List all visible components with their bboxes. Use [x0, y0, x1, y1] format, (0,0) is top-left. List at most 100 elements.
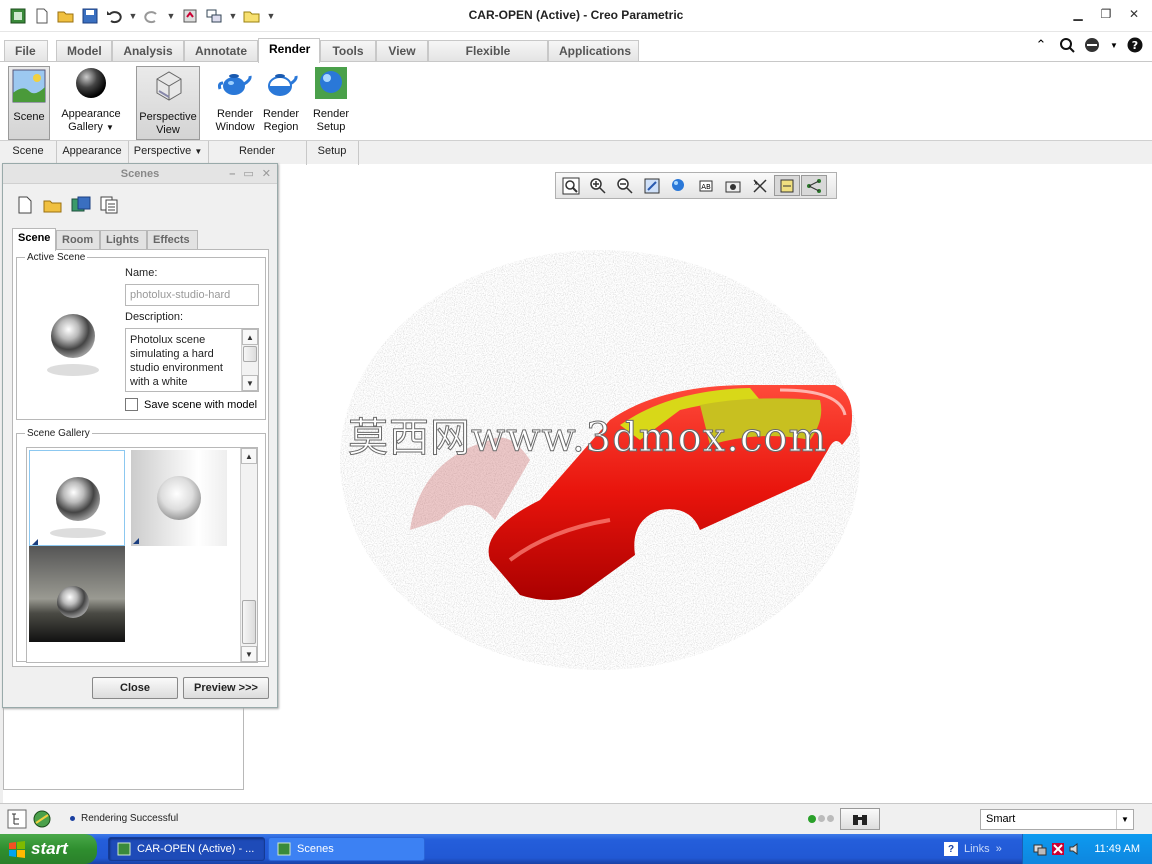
copy-scene-icon[interactable]	[99, 195, 119, 215]
scene-gallery-group: Scene Gallery ▲ ▼	[16, 428, 266, 663]
dialog-toolbar	[15, 195, 119, 215]
new-scene-icon[interactable]	[15, 195, 35, 215]
find-binoculars-icon[interactable]	[840, 808, 880, 830]
save-scene-icon[interactable]	[71, 195, 91, 215]
render-setup-button[interactable]: Render Setup	[308, 66, 354, 134]
help-icon[interactable]: ?	[1126, 36, 1144, 54]
group-scene[interactable]: Scene	[0, 145, 56, 157]
gallery-thumb-studio-hard[interactable]	[29, 450, 125, 546]
annotation-display-icon[interactable]	[801, 175, 827, 196]
gallery-scroll-down-icon[interactable]: ▼	[241, 646, 257, 662]
learning-dropdown-icon[interactable]: ▼	[1110, 36, 1118, 54]
tab-applications[interactable]: Applications	[548, 40, 639, 62]
tab-lights[interactable]: Lights	[100, 230, 147, 250]
group-render[interactable]: Render	[208, 145, 306, 157]
teapot-region-icon	[268, 74, 298, 96]
minimize-ribbon-icon[interactable]: ⌃	[1032, 36, 1050, 54]
description-textarea[interactable]: Photolux scene simulating a hard studio …	[125, 328, 259, 392]
render-window-button[interactable]: Render Window	[212, 66, 258, 134]
network-icon[interactable]	[1033, 842, 1047, 856]
group-appearance[interactable]: Appearance	[56, 145, 128, 157]
description-scrollbar[interactable]: ▲ ▼	[241, 329, 258, 391]
scene-button[interactable]: Scene	[8, 66, 50, 140]
display-style-icon[interactable]	[666, 175, 692, 196]
spin-center-icon[interactable]	[774, 175, 800, 196]
perspective-view-button[interactable]: Perspective View	[136, 66, 200, 140]
save-with-model-checkbox[interactable]: Save scene with model	[125, 398, 257, 411]
preview-button[interactable]: Preview >>>	[183, 677, 269, 699]
model-tree-toggle-icon[interactable]	[7, 809, 27, 832]
dialog-maximize-icon[interactable]: ▭	[243, 164, 253, 184]
dialog-minimize-icon[interactable]: –	[229, 164, 235, 184]
taskbar-item-creo[interactable]: CAR-OPEN (Active) - ...	[108, 837, 265, 861]
tab-scene[interactable]: Scene	[12, 228, 56, 251]
zoom-in-icon[interactable]	[585, 175, 611, 196]
repaint-icon[interactable]	[639, 175, 665, 196]
scene-gallery-list[interactable]: ▲ ▼	[26, 447, 258, 663]
security-alert-icon[interactable]	[1051, 842, 1065, 856]
gallery-thumb-studio-soft[interactable]	[131, 450, 227, 546]
creo-app-icon	[277, 842, 291, 856]
scroll-up-icon[interactable]: ▲	[242, 329, 258, 345]
open-scene-icon[interactable]	[43, 195, 63, 215]
gallery-scroll-thumb[interactable]	[242, 600, 256, 644]
tab-effects[interactable]: Effects	[147, 230, 198, 250]
browser-toggle-icon[interactable]	[32, 809, 52, 832]
search-icon[interactable]	[1058, 36, 1076, 54]
tab-file[interactable]: File ▾	[4, 40, 48, 78]
minimize-icon[interactable]: ▁	[1070, 6, 1086, 22]
status-bar: Rendering Successful Smart ▼	[0, 803, 1152, 834]
dialog-close-icon[interactable]: ✕	[262, 164, 271, 184]
chevron-down-icon[interactable]: ▼	[1116, 810, 1133, 829]
model-tree-panel[interactable]	[3, 700, 244, 790]
taskbar-item-scenes[interactable]: Scenes	[268, 837, 425, 861]
gallery-scrollbar[interactable]: ▲ ▼	[240, 448, 257, 662]
clock[interactable]: 11:49 AM	[1094, 843, 1140, 855]
scene-icon	[12, 69, 46, 103]
regen-status-icon	[808, 815, 834, 823]
help-icon[interactable]: ?	[944, 842, 958, 856]
refit-icon[interactable]	[558, 175, 584, 196]
tab-render[interactable]: Render	[258, 38, 320, 63]
perspective-cube-icon	[156, 71, 182, 101]
close-button[interactable]: Close	[92, 677, 178, 699]
links-toolbar[interactable]: ? Links »	[944, 842, 1002, 856]
restore-icon[interactable]: ❐	[1098, 6, 1114, 22]
scroll-thumb[interactable]	[243, 346, 257, 362]
system-tray: 11:49 AM	[1022, 834, 1152, 864]
window-controls: ▁ ❐ ✕	[1070, 6, 1142, 22]
zoom-out-icon[interactable]	[612, 175, 638, 196]
tab-tools[interactable]: Tools	[320, 40, 376, 62]
gallery-scroll-up-icon[interactable]: ▲	[241, 448, 257, 464]
tab-annotate[interactable]: Annotate	[184, 40, 258, 62]
tab-room[interactable]: Room	[56, 230, 100, 250]
scene-name-input[interactable]	[125, 284, 259, 306]
tab-model[interactable]: Model	[56, 40, 112, 62]
selection-filter-select[interactable]: Smart ▼	[980, 809, 1134, 830]
active-scene-thumbnail	[25, 290, 121, 386]
group-perspective[interactable]: Perspective ▼	[128, 145, 208, 157]
close-icon[interactable]: ✕	[1126, 6, 1142, 22]
tab-view[interactable]: View	[376, 40, 428, 62]
saved-views-icon[interactable]: AB	[693, 175, 719, 196]
group-setup[interactable]: Setup	[306, 145, 358, 157]
dialog-title-bar[interactable]: Scenes – ▭ ✕	[3, 164, 277, 184]
gallery-thumb-outdoor[interactable]	[29, 546, 125, 642]
tab-flexible-modeling[interactable]: Flexible Modeling	[428, 40, 548, 78]
render-region-button[interactable]: Render Region	[258, 66, 304, 134]
datum-display-icon[interactable]: x	[747, 175, 773, 196]
name-label: Name:	[125, 267, 158, 279]
window-title: CAR-OPEN (Active) - Creo Parametric	[468, 8, 684, 22]
watermark-text: 莫西网www.3dmox.com	[347, 415, 828, 462]
learning-icon[interactable]	[1084, 36, 1102, 54]
start-button[interactable]: start	[0, 834, 97, 864]
view-manager-icon[interactable]	[720, 175, 746, 196]
checkbox-box[interactable]	[125, 398, 138, 411]
tab-analysis[interactable]: Analysis	[112, 40, 184, 62]
render-viewport[interactable]	[280, 200, 1140, 800]
appearance-gallery-button[interactable]: Appearance Gallery ▼	[58, 66, 124, 134]
message-bullet-icon	[70, 816, 75, 821]
volume-icon[interactable]	[1069, 842, 1083, 856]
scroll-down-icon[interactable]: ▼	[242, 375, 258, 391]
chevron-right-icon[interactable]: »	[996, 843, 1002, 855]
